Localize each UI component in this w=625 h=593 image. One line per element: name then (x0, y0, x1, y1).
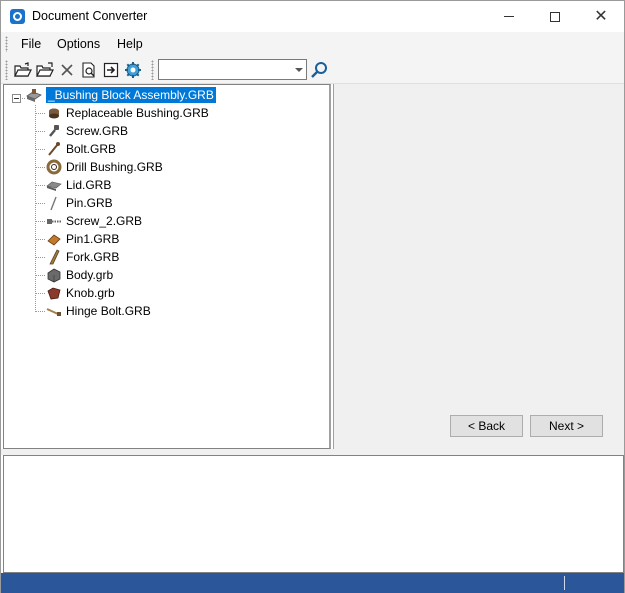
settings-button[interactable] (123, 60, 143, 80)
tree-item-label: Screw.GRB (66, 124, 129, 138)
tree-connector-vertical (35, 105, 36, 312)
tree-connector (36, 257, 46, 258)
open-file-icon (36, 62, 54, 77)
open-folder-icon (14, 62, 32, 77)
app-window: Document Converter ✕ File Options Help _… (0, 0, 625, 593)
next-button[interactable]: Next > (530, 415, 603, 437)
bolt-icon (48, 142, 60, 156)
toolbar-grip-2[interactable] (151, 60, 154, 80)
menu-file[interactable]: File (21, 37, 41, 51)
tree-item-label: Replaceable Bushing.GRB (66, 106, 209, 120)
lid-icon (46, 181, 62, 191)
pin1-icon (47, 234, 61, 246)
tree-item[interactable]: Knob.grb (46, 284, 115, 302)
tree-connector (36, 311, 46, 312)
maximize-button[interactable] (532, 1, 578, 32)
magnifier-icon (311, 62, 327, 78)
tree-item[interactable]: Pin.GRB (46, 194, 113, 212)
screw2-icon (47, 219, 61, 224)
tree-item[interactable]: Lid.GRB (46, 176, 111, 194)
menu-grip[interactable] (5, 36, 8, 52)
status-bar (1, 573, 624, 593)
status-separator (564, 576, 565, 590)
tree-item-label: Knob.grb (66, 286, 115, 300)
preview-icon (82, 62, 95, 78)
tree-item[interactable]: Bolt.GRB (46, 140, 116, 158)
title-bar: Document Converter ✕ (1, 1, 624, 32)
pin-icon (50, 196, 57, 211)
close-button[interactable]: ✕ (578, 1, 624, 32)
screw-icon (49, 125, 59, 137)
toolbar-grip[interactable] (5, 60, 8, 80)
tree-connector (36, 149, 46, 150)
settings-icon (125, 62, 141, 78)
body-icon (47, 268, 61, 283)
minimize-button[interactable] (486, 1, 532, 32)
tree-connector (36, 131, 46, 132)
tree-connector (36, 203, 46, 204)
bushing-icon (49, 108, 59, 119)
tree-item[interactable]: Drill Bushing.GRB (46, 158, 163, 176)
delete-icon (61, 64, 73, 76)
tree-item-label: Pin1.GRB (66, 232, 120, 246)
document-tree[interactable]: _Bushing Block Assembly.GRB Replaceable … (3, 84, 331, 449)
maximize-icon (550, 11, 560, 22)
tree-item-label: Screw_2.GRB (66, 214, 143, 228)
export-icon (103, 62, 119, 78)
collapse-toggle-icon[interactable] (12, 94, 21, 103)
tree-item[interactable]: Screw_2.GRB (46, 212, 142, 230)
tree-item[interactable]: Pin1.GRB (46, 230, 119, 248)
menu-bar: File Options Help (1, 32, 624, 56)
menu-options[interactable]: Options (57, 37, 100, 51)
back-button[interactable]: < Back (450, 415, 523, 437)
close-icon: ✕ (594, 7, 608, 25)
tree-connector (36, 275, 46, 276)
open-file-button[interactable] (35, 60, 55, 80)
window-title: Document Converter (32, 9, 148, 23)
toolbar (1, 56, 624, 84)
tree-item-label: Lid.GRB (66, 178, 112, 192)
preview-button[interactable] (79, 60, 99, 80)
open-folder-button[interactable] (13, 60, 33, 80)
fork-icon (49, 249, 60, 265)
ring-icon (46, 159, 62, 175)
format-combo[interactable] (158, 59, 307, 80)
tree-item-label: Hinge Bolt.GRB (66, 304, 151, 318)
tree-item-label: Bolt.GRB (66, 142, 117, 156)
tree-item[interactable]: Screw.GRB (46, 122, 128, 140)
tree-connector (36, 185, 46, 186)
chevron-down-icon[interactable] (295, 68, 303, 72)
assembly-icon (26, 89, 42, 102)
tree-connector (36, 239, 46, 240)
tree-item-label: Fork.GRB (66, 250, 120, 264)
wizard-panel: < Back Next > (333, 84, 624, 449)
log-panel[interactable] (3, 455, 624, 573)
app-logo-icon (10, 9, 25, 24)
tree-root-item[interactable]: _Bushing Block Assembly.GRB (26, 86, 216, 104)
tree-item[interactable]: Hinge Bolt.GRB (46, 302, 151, 320)
tree-connector (36, 167, 46, 168)
menu-help[interactable]: Help (117, 37, 143, 51)
tree-root-label: _Bushing Block Assembly.GRB (46, 87, 216, 103)
knob-icon (47, 287, 61, 300)
tree-item-label: Pin.GRB (66, 196, 113, 210)
tree-item[interactable]: Replaceable Bushing.GRB (46, 104, 209, 122)
tree-item[interactable]: Body.grb (46, 266, 113, 284)
tree-connector (36, 221, 46, 222)
tree-connector (36, 113, 46, 114)
export-button[interactable] (101, 60, 121, 80)
tree-item-label: Body.grb (66, 268, 114, 282)
search-button[interactable] (309, 60, 329, 80)
tree-item[interactable]: Fork.GRB (46, 248, 119, 266)
tree-item-label: Drill Bushing.GRB (66, 160, 163, 174)
delete-button[interactable] (57, 60, 77, 80)
tree-connector (36, 293, 46, 294)
minimize-icon (504, 16, 514, 17)
hinge-bolt-icon (46, 308, 61, 316)
